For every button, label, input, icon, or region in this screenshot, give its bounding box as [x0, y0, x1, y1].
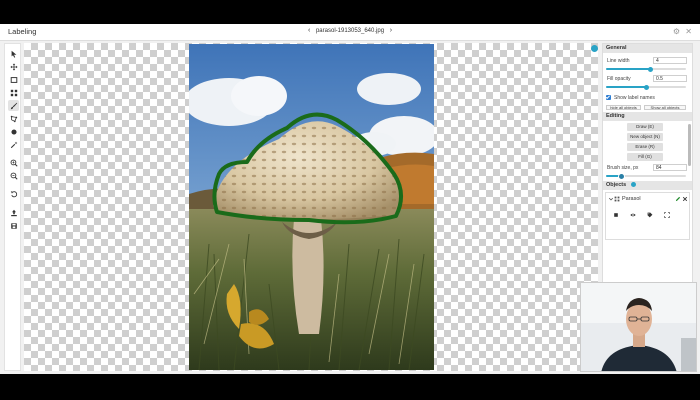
line-width-slider-thumb[interactable] — [648, 66, 653, 72]
chevron-left-icon[interactable]: ‹ — [304, 27, 314, 34]
line-width-slider[interactable] — [606, 66, 686, 72]
undo-icon[interactable] — [8, 188, 19, 199]
move-icon[interactable] — [8, 61, 19, 72]
editing-section-title: Editing — [603, 112, 692, 121]
objects-section-title: Objects — [603, 181, 692, 190]
image-view[interactable] — [189, 44, 434, 370]
hide-all-button[interactable]: hide all objects — [606, 105, 641, 110]
polygon-icon[interactable] — [8, 113, 19, 124]
show-label-names-label: Show label names — [614, 95, 655, 101]
draw-mode-button[interactable]: Draw (E) — [627, 123, 663, 131]
fill-opacity-slider-thumb[interactable] — [644, 84, 649, 90]
fullscreen-icon[interactable] — [664, 212, 670, 218]
stop-icon[interactable] — [613, 212, 619, 218]
tool-bar — [4, 43, 21, 371]
fill-opacity-slider[interactable] — [606, 84, 686, 90]
line-width-input[interactable]: 4 — [653, 57, 687, 64]
brush-size-slider-thumb[interactable] — [618, 172, 625, 180]
cursor-icon[interactable] — [8, 48, 19, 59]
fill-opacity-slider-fill — [606, 86, 646, 88]
zoom-in-icon[interactable] — [8, 157, 19, 168]
objects-title-text: Objects — [606, 182, 627, 188]
grid-icon[interactable] — [8, 87, 19, 98]
magic-wand-icon[interactable] — [8, 139, 19, 150]
app-window: Labeling ‹ parasol-1913053_640.jpg › ⚙ ✕ — [0, 24, 700, 374]
fill-mode-button[interactable]: Fill (G) — [627, 153, 663, 161]
presenter-video — [581, 283, 696, 371]
line-width-slider-fill — [606, 68, 650, 70]
zoom-out-icon[interactable] — [8, 170, 19, 181]
tag-icon[interactable] — [647, 212, 653, 218]
webcam-overlay — [580, 282, 697, 372]
rectangle-icon[interactable] — [8, 74, 19, 85]
save-icon[interactable] — [8, 220, 19, 231]
top-icons: ⚙ ✕ — [670, 27, 692, 36]
fill-opacity-label: Fill opacity — [607, 76, 631, 82]
erase-mode-button[interactable]: Erase (R) — [627, 143, 663, 151]
eye-icon[interactable] — [630, 212, 636, 218]
grid-icon — [614, 196, 620, 202]
list-item[interactable]: Parasol — [606, 193, 689, 205]
file-name: parasol-1913053_640.jpg — [315, 27, 385, 34]
export-icon[interactable] — [8, 207, 19, 218]
close-icon[interactable] — [682, 196, 688, 202]
file-navigator: ‹ parasol-1913053_640.jpg › — [0, 27, 700, 34]
pencil-icon[interactable] — [675, 196, 681, 202]
help-icon[interactable] — [591, 45, 598, 52]
line-width-label: Line width — [607, 58, 630, 64]
general-section-title: General — [603, 44, 692, 53]
objects-list: Parasol — [605, 192, 690, 240]
show-all-button[interactable]: Show all objects — [644, 105, 686, 110]
editing-scrollbar[interactable] — [688, 124, 691, 166]
point-icon[interactable] — [8, 126, 19, 137]
object-label[interactable]: Parasol — [622, 196, 641, 202]
top-bar: Labeling ‹ parasol-1913053_640.jpg › ⚙ ✕ — [0, 24, 700, 41]
brush-size-input[interactable]: 84 — [653, 164, 687, 171]
close-icon[interactable]: ✕ — [685, 27, 692, 36]
chevron-right-icon[interactable]: › — [386, 27, 396, 34]
show-label-names-checkbox[interactable] — [606, 95, 611, 100]
fill-opacity-input[interactable]: 0.5 — [653, 75, 687, 82]
brush-size-slider[interactable] — [606, 172, 686, 180]
settings-icon[interactable]: ⚙ — [673, 27, 680, 36]
mushroom-photo — [189, 44, 434, 370]
labeling-canvas[interactable] — [24, 43, 598, 371]
new-object-button[interactable]: New object (N) — [627, 133, 663, 141]
brush-size-label: Brush size, px — [607, 165, 639, 171]
info-icon[interactable] — [630, 182, 636, 188]
brush-icon[interactable] — [8, 100, 19, 111]
